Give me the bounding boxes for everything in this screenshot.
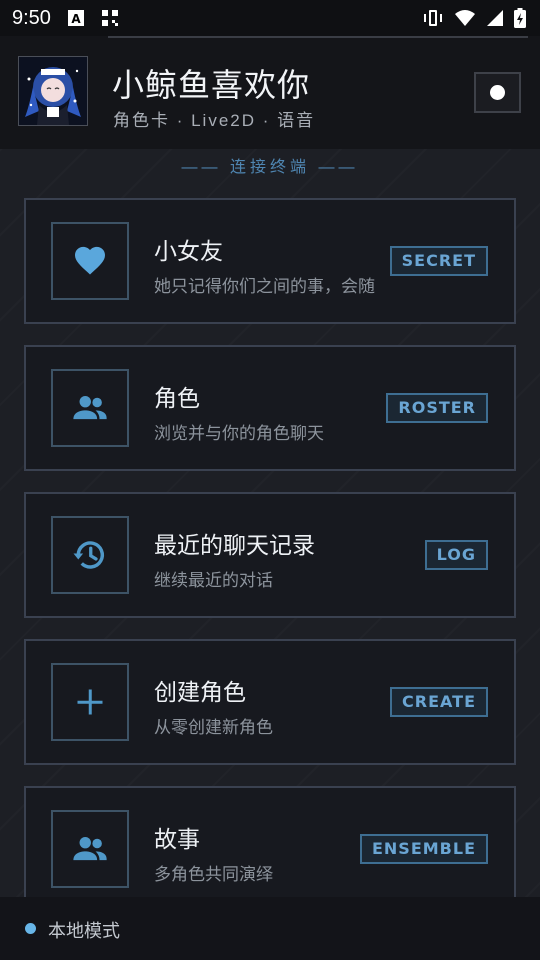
card-description: 继续最近的对话 (154, 571, 273, 590)
main-content[interactable]: —— 连接终端 —— 小女友 她只记得你们之间的事，会随 SECRET 角色 浏… (0, 149, 540, 897)
card-icon-box (51, 663, 129, 741)
card-description: 她只记得你们之间的事，会随 (154, 277, 375, 296)
card-description: 从零创建新角色 (154, 718, 273, 737)
card-title: 故事 (154, 826, 200, 852)
group-icon (73, 836, 107, 861)
card-tag: LOG (424, 540, 488, 570)
card-tag: ENSEMBLE (359, 834, 488, 864)
status-time: 9:50 (12, 6, 51, 29)
card-create[interactable]: 创建角色 从零创建新角色 CREATE (24, 639, 516, 765)
card-title: 最近的聊天记录 (154, 532, 315, 558)
card-roster[interactable]: 角色 浏览并与你的角色聊天 ROSTER (24, 345, 516, 471)
section-label: —— 连接终端 —— (181, 159, 359, 176)
card-secret[interactable]: 小女友 她只记得你们之间的事，会随 SECRET (24, 198, 516, 324)
card-icon-box (51, 810, 129, 888)
vibrate-icon (424, 10, 442, 26)
battery-charging-icon (514, 8, 526, 28)
card-log[interactable]: 最近的聊天记录 继续最近的对话 LOG (24, 492, 516, 618)
card-tag: CREATE (390, 687, 488, 717)
card-description: 浏览并与你的角色聊天 (154, 424, 324, 443)
card-ensemble[interactable]: 故事 多角色共同演绎 ENSEMBLE (24, 786, 516, 897)
avatar[interactable] (18, 56, 88, 126)
wifi-icon (455, 10, 475, 26)
svg-text:A: A (71, 12, 81, 26)
card-tag: ROSTER (386, 393, 488, 423)
app-header: 小鲸鱼喜欢你 角色卡 · Live2D · 语音 (0, 36, 540, 149)
dot-menu-icon (490, 85, 505, 100)
bottom-bar: 本地模式 (0, 897, 540, 960)
mode-indicator-dot (25, 923, 36, 934)
plus-icon (77, 689, 103, 715)
card-tag: SECRET (389, 246, 488, 276)
menu-button[interactable] (474, 72, 521, 113)
card-icon-box (51, 222, 129, 300)
avatar-image (19, 57, 87, 125)
card-icon-box (51, 369, 129, 447)
qr-icon (101, 10, 118, 26)
card-title: 创建角色 (154, 679, 246, 705)
card-title: 角色 (154, 385, 200, 411)
card-icon-box (51, 516, 129, 594)
signal-icon (487, 10, 503, 26)
font-icon: A (67, 10, 84, 26)
app-title: 小鲸鱼喜欢你 (112, 67, 311, 103)
history-icon (73, 541, 105, 569)
mode-label: 本地模式 (48, 921, 120, 941)
heart-icon (75, 246, 105, 275)
status-bar: 9:50 A (0, 0, 540, 36)
card-title: 小女友 (154, 238, 223, 264)
app-subtitle: 角色卡 · Live2D · 语音 (113, 111, 316, 130)
group-icon (73, 395, 107, 420)
header-divider (108, 36, 528, 38)
